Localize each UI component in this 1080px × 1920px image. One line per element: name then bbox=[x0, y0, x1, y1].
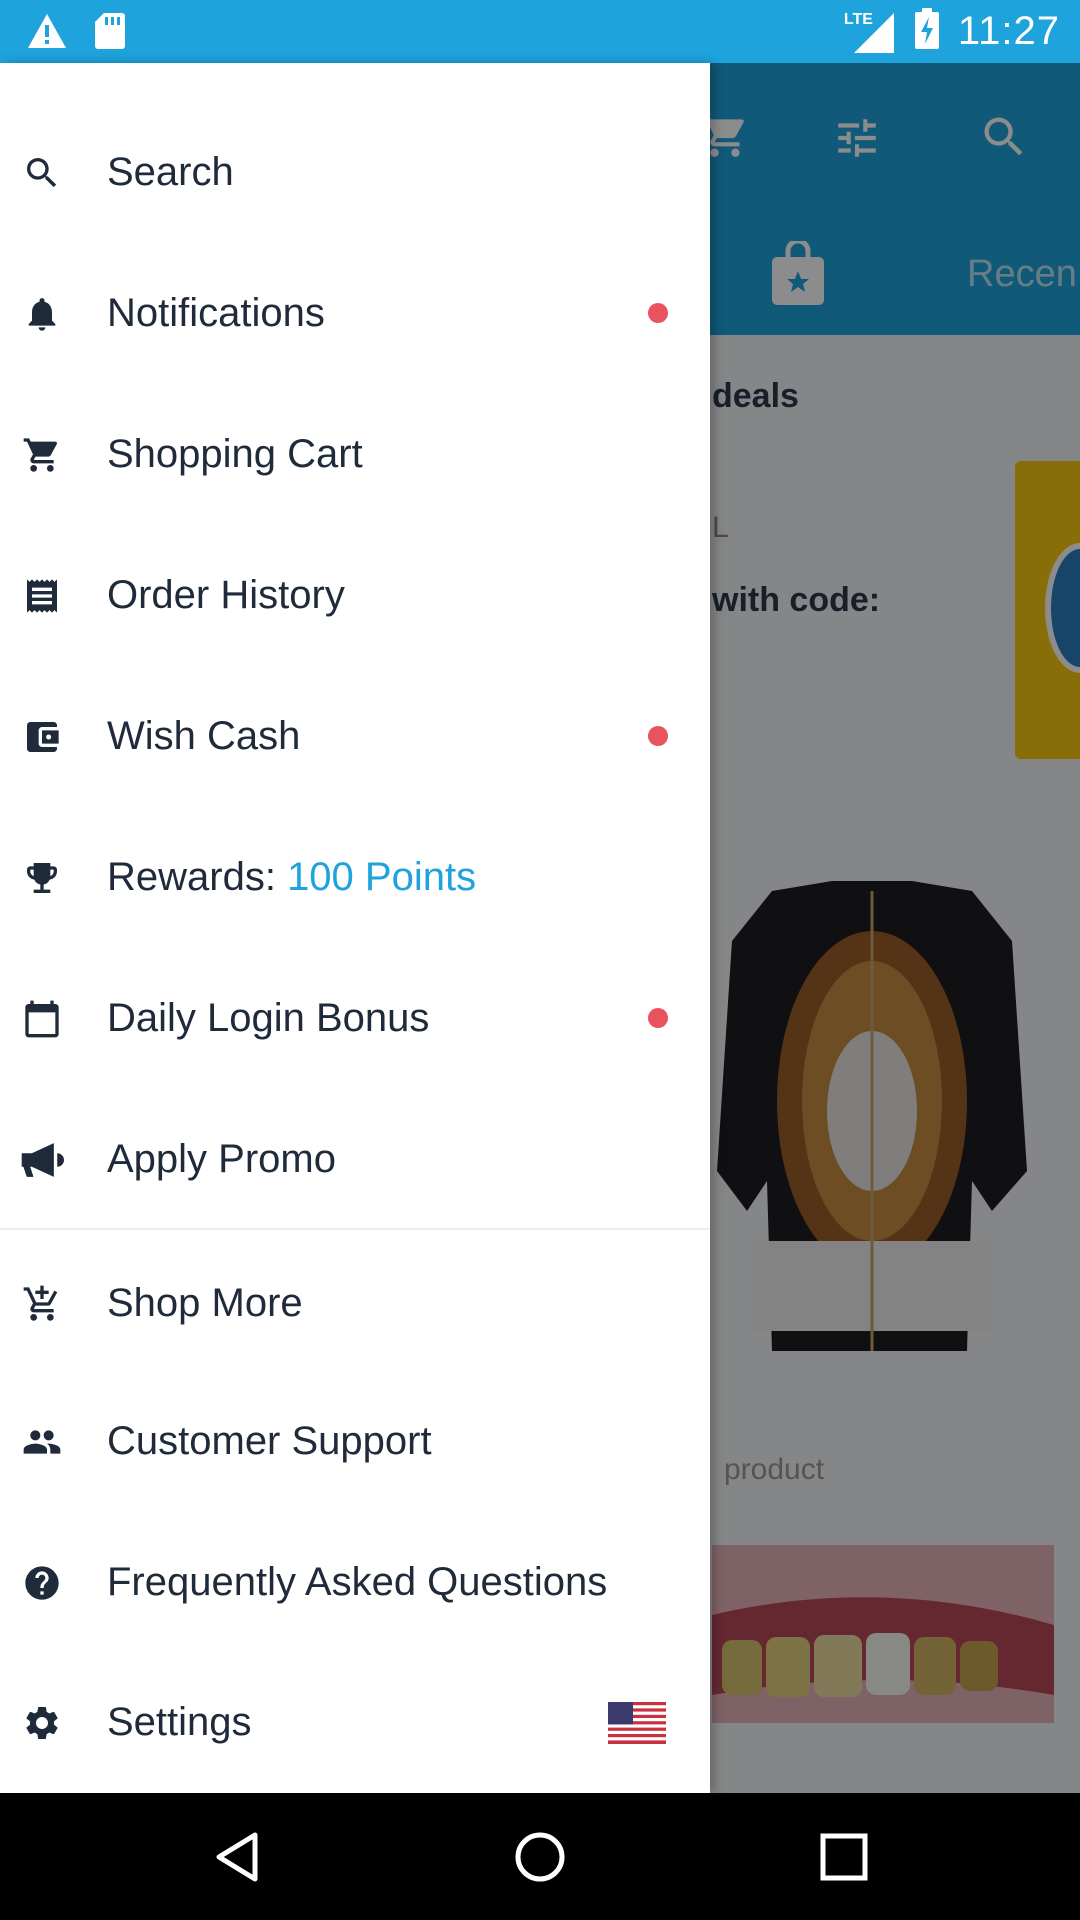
rewards-label: Rewards: bbox=[107, 855, 288, 899]
battery-charging-icon bbox=[914, 8, 940, 55]
menu-item-rewards[interactable]: Rewards: 100 Points bbox=[0, 807, 710, 948]
menu-item-label: Order History bbox=[107, 573, 345, 617]
menu-item-faq[interactable]: Frequently Asked Questions bbox=[0, 1512, 710, 1653]
cart-icon bbox=[20, 433, 64, 477]
menu-item-shopping-cart[interactable]: Shopping Cart bbox=[0, 384, 710, 525]
menu-item-label: Customer Support bbox=[107, 1419, 432, 1463]
menu-item-label: Shop More bbox=[107, 1281, 303, 1325]
menu-item-order-history[interactable]: Order History bbox=[0, 525, 710, 666]
trophy-icon bbox=[20, 856, 64, 900]
search-icon bbox=[20, 151, 64, 195]
menu-item-label: Daily Login Bonus bbox=[107, 996, 430, 1040]
home-icon[interactable] bbox=[508, 1825, 572, 1889]
drawer-divider bbox=[0, 1228, 710, 1230]
clock: 11:27 bbox=[957, 9, 1060, 53]
menu-item-daily-login-bonus[interactable]: Daily Login Bonus bbox=[0, 948, 710, 1089]
menu-item-search[interactable]: Search bbox=[0, 102, 710, 243]
megaphone-icon bbox=[20, 1138, 64, 1182]
wallet-icon bbox=[20, 715, 64, 759]
rewards-points: 100 Points bbox=[287, 855, 477, 899]
us-flag-icon[interactable] bbox=[608, 1702, 666, 1744]
menu-item-label: Notifications bbox=[107, 291, 325, 335]
calendar-icon bbox=[20, 997, 64, 1041]
add-cart-icon bbox=[20, 1282, 64, 1326]
menu-item-label: Frequently Asked Questions bbox=[107, 1560, 608, 1604]
menu-item-shop-more[interactable]: Shop More bbox=[0, 1233, 710, 1374]
network-type: LTE bbox=[843, 10, 873, 28]
system-navigation-bar bbox=[0, 1793, 1080, 1920]
menu-item-label: Wish Cash bbox=[107, 714, 301, 758]
gear-icon bbox=[20, 1701, 64, 1745]
menu-item-label: Apply Promo bbox=[107, 1137, 336, 1181]
receipt-icon bbox=[20, 574, 64, 618]
recents-icon[interactable] bbox=[812, 1825, 876, 1889]
notification-dot bbox=[648, 303, 668, 323]
signal-icon: LTE bbox=[844, 9, 896, 55]
notification-dot bbox=[648, 726, 668, 746]
menu-item-label: Search bbox=[107, 150, 234, 194]
sd-card-icon bbox=[94, 12, 126, 55]
menu-item-apply-promo[interactable]: Apply Promo bbox=[0, 1089, 710, 1230]
people-icon bbox=[20, 1420, 64, 1464]
back-icon[interactable] bbox=[205, 1825, 269, 1889]
menu-item-label: Shopping Cart bbox=[107, 432, 363, 476]
help-icon bbox=[20, 1561, 64, 1605]
notification-dot bbox=[648, 1008, 668, 1028]
status-bar: LTE 11:27 bbox=[0, 0, 1080, 63]
navigation-drawer: Search Notifications Shopping Cart Order… bbox=[0, 63, 710, 1793]
menu-item-wish-cash[interactable]: Wish Cash bbox=[0, 666, 710, 807]
menu-item-customer-support[interactable]: Customer Support bbox=[0, 1371, 710, 1512]
menu-item-notifications[interactable]: Notifications bbox=[0, 243, 710, 384]
warning-icon bbox=[26, 12, 68, 55]
bell-icon bbox=[20, 292, 64, 336]
menu-item-settings[interactable]: Settings bbox=[0, 1652, 710, 1793]
menu-item-label: Settings bbox=[107, 1700, 252, 1744]
menu-item-label: Rewards: 100 Points bbox=[107, 855, 476, 900]
